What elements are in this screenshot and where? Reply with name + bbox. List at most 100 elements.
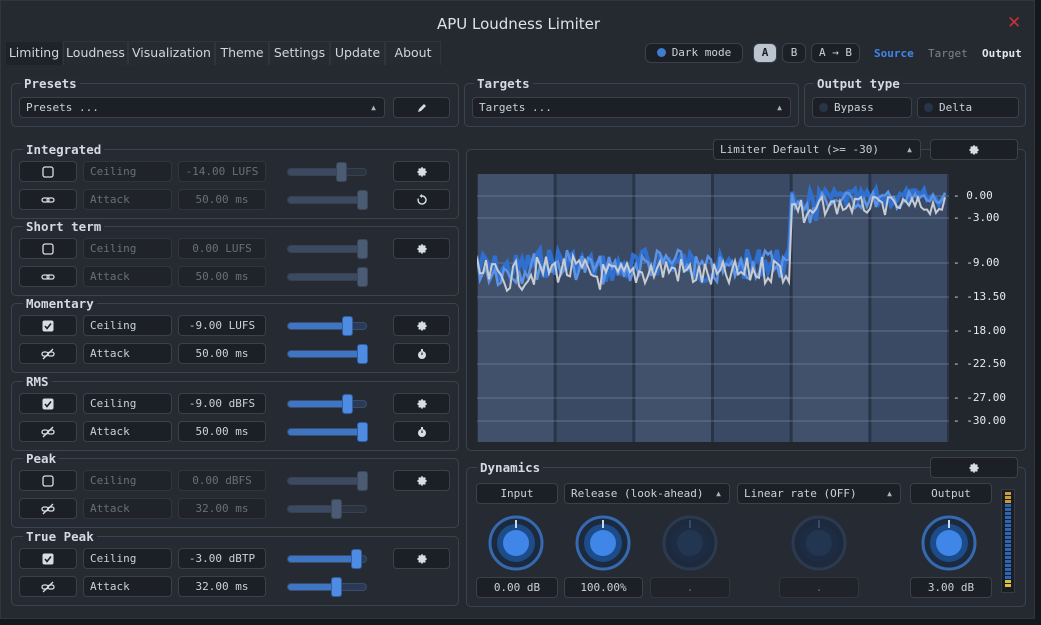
ceiling-value[interactable]: -9.00 dBFS: [178, 393, 266, 414]
vu-segment: [1005, 504, 1011, 507]
vu-segment: [1005, 572, 1011, 575]
timer-button[interactable]: [393, 421, 450, 442]
scale-label: -30.00: [966, 414, 1006, 427]
enable-checkbox[interactable]: [19, 470, 77, 491]
ceiling-label: Ceiling: [83, 161, 172, 182]
section-settings-button[interactable]: [393, 470, 450, 491]
slider-thumb[interactable]: [357, 422, 368, 442]
slider-thumb[interactable]: [357, 344, 368, 364]
tab-loudness[interactable]: Loudness: [63, 41, 128, 65]
reset-button[interactable]: [393, 189, 450, 210]
view-source[interactable]: Source: [874, 47, 914, 60]
enable-checkbox[interactable]: [19, 315, 77, 336]
attack-value[interactable]: 50.00 ms: [178, 189, 266, 210]
ceiling-value[interactable]: -9.00 LUFS: [178, 315, 266, 336]
attack-value[interactable]: 50.00 ms: [178, 421, 266, 442]
link-toggle[interactable]: [19, 189, 77, 210]
ceiling-slider[interactable]: [287, 162, 367, 182]
copy-a-to-b-button[interactable]: A → B: [811, 43, 860, 63]
tab-visualization[interactable]: Visualization: [128, 41, 215, 65]
ceiling-value[interactable]: -14.00 LUFS: [178, 161, 266, 182]
ceiling-value[interactable]: 0.00 dBFS: [178, 470, 266, 491]
release-knob[interactable]: [575, 515, 631, 571]
unlink-toggle[interactable]: [19, 343, 77, 364]
slider-thumb[interactable]: [331, 499, 342, 519]
ceiling-slider[interactable]: [287, 471, 368, 491]
section-settings-button[interactable]: [393, 315, 450, 336]
view-output[interactable]: Output: [982, 47, 1022, 60]
release-select[interactable]: Release (look-ahead) ▲: [564, 483, 730, 504]
targets-select[interactable]: Targets ... ▲: [472, 97, 791, 118]
link-toggle[interactable]: [19, 266, 77, 287]
graph-settings-button[interactable]: [930, 139, 1018, 160]
knob-4[interactable]: [791, 515, 847, 571]
attack-slider[interactable]: [287, 267, 368, 287]
slider-thumb[interactable]: [342, 316, 353, 336]
ceiling-slider[interactable]: [287, 549, 367, 569]
bypass-toggle[interactable]: Bypass: [812, 97, 912, 118]
slider-thumb[interactable]: [331, 577, 342, 597]
preset-a-button[interactable]: A: [753, 43, 777, 63]
enable-checkbox[interactable]: [19, 548, 77, 569]
section-settings-button[interactable]: [393, 161, 450, 182]
enable-checkbox[interactable]: [19, 393, 77, 414]
input-knob[interactable]: [488, 515, 544, 571]
tab-update[interactable]: Update: [330, 41, 385, 65]
delta-toggle[interactable]: Delta: [917, 97, 1019, 118]
attack-value[interactable]: 50.00 ms: [178, 343, 266, 364]
attack-value[interactable]: 32.00 ms: [178, 498, 266, 519]
timer-button[interactable]: [393, 343, 450, 364]
slider-thumb[interactable]: [357, 471, 368, 491]
dark-mode-toggle[interactable]: Dark mode: [645, 43, 743, 63]
close-icon[interactable]: ✕: [1007, 13, 1021, 33]
vu-segment: [1005, 552, 1011, 555]
attack-slider[interactable]: [287, 577, 367, 597]
tab-theme[interactable]: Theme: [215, 41, 269, 65]
output-gain-value[interactable]: 3.00 dB: [910, 577, 992, 598]
knob-3[interactable]: [662, 515, 718, 571]
section-settings-button[interactable]: [393, 548, 450, 569]
presets-select[interactable]: Presets ... ▲: [19, 97, 385, 118]
enable-checkbox[interactable]: [19, 238, 77, 259]
unlink-toggle[interactable]: [19, 421, 77, 442]
slider-thumb[interactable]: [357, 239, 368, 259]
graph-mode-select[interactable]: Limiter Default (>= -30) ▲: [713, 139, 921, 160]
attack-slider[interactable]: [287, 344, 368, 364]
edit-preset-button[interactable]: [393, 97, 450, 118]
slider-thumb[interactable]: [357, 267, 368, 287]
attack-slider[interactable]: [287, 422, 368, 442]
attack-slider[interactable]: [287, 499, 367, 519]
attack-value[interactable]: 32.00 ms: [178, 576, 266, 597]
input-gain-value[interactable]: 0.00 dB: [476, 577, 558, 598]
slider-thumb[interactable]: [336, 162, 347, 182]
enable-checkbox[interactable]: [19, 161, 77, 182]
attack-value[interactable]: 50.00 ms: [178, 266, 266, 287]
ceiling-slider[interactable]: [287, 239, 368, 259]
knob4-value[interactable]: .: [779, 577, 859, 598]
release-amount-value[interactable]: 100.00%: [564, 577, 643, 598]
vu-segment: [1005, 580, 1011, 583]
section-settings-button[interactable]: [393, 238, 450, 259]
reset-icon: [416, 194, 427, 205]
ceiling-slider[interactable]: [287, 316, 367, 336]
ceiling-slider[interactable]: [287, 394, 367, 414]
tab-about[interactable]: About: [385, 41, 441, 65]
attack-slider[interactable]: [287, 190, 368, 210]
dynamics-settings-button[interactable]: [930, 457, 1018, 478]
slider-thumb[interactable]: [357, 190, 368, 210]
slider-thumb[interactable]: [342, 394, 353, 414]
updown-icon: ▲: [907, 145, 912, 154]
tab-settings[interactable]: Settings: [269, 41, 330, 65]
section-settings-button[interactable]: [393, 393, 450, 414]
unlink-toggle[interactable]: [19, 498, 77, 519]
output-knob[interactable]: [921, 515, 977, 571]
slider-thumb[interactable]: [351, 549, 362, 569]
unlink-toggle[interactable]: [19, 576, 77, 597]
rate-select[interactable]: Linear rate (OFF) ▲: [737, 483, 901, 504]
ceiling-value[interactable]: -3.00 dBTP: [178, 548, 266, 569]
tab-limiting[interactable]: Limiting: [5, 41, 63, 65]
ceiling-value[interactable]: 0.00 LUFS: [178, 238, 266, 259]
preset-b-button[interactable]: B: [782, 43, 806, 63]
knob3-value[interactable]: .: [650, 577, 730, 598]
view-target[interactable]: Target: [928, 47, 968, 60]
